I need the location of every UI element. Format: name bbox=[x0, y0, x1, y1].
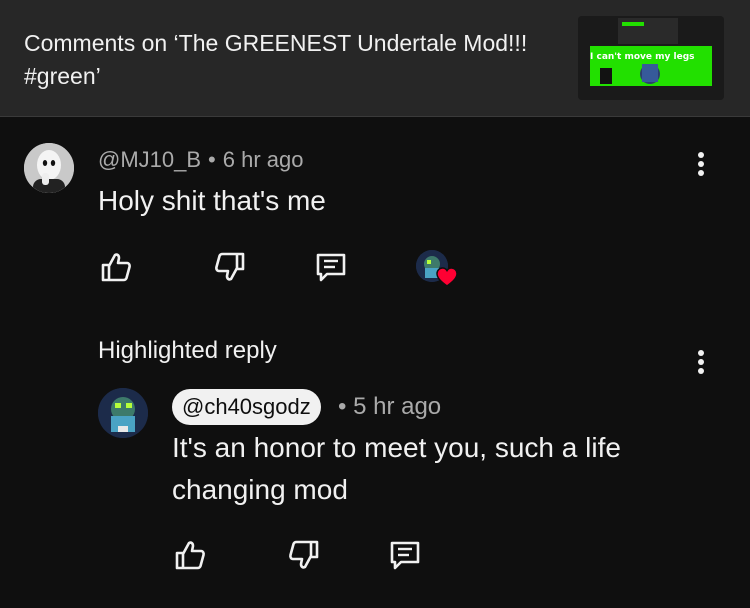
reply-more-button[interactable] bbox=[691, 347, 711, 383]
reply-time: 5 hr ago bbox=[353, 393, 442, 420]
reply-text: It's an honor to meet you, such a life c… bbox=[172, 432, 621, 505]
thumbnail-caption: I can't move my legs bbox=[590, 52, 695, 62]
reply-author-badge[interactable]: @ch40sgodz bbox=[172, 389, 321, 425]
meta-separator: • bbox=[338, 393, 347, 420]
comments-header: Comments on ‘The GREENEST Undertale Mod!… bbox=[0, 0, 750, 117]
comment-time: 6 hr ago bbox=[222, 147, 304, 172]
comment-icon bbox=[316, 253, 346, 282]
heart-icon bbox=[436, 267, 458, 287]
thumbs-up-icon bbox=[101, 253, 131, 282]
avatar-image bbox=[24, 143, 74, 193]
thumbs-down-icon bbox=[215, 252, 245, 281]
reply-dislike-button[interactable] bbox=[286, 537, 322, 573]
dislike-button[interactable] bbox=[212, 249, 248, 285]
reply-like-button[interactable] bbox=[172, 537, 208, 573]
more-vert-icon bbox=[698, 350, 704, 356]
comment-text: Holy shit that's me bbox=[98, 185, 326, 216]
comment-more-button[interactable] bbox=[691, 149, 711, 185]
meta-separator: • bbox=[208, 147, 216, 172]
thumbs-up-icon bbox=[175, 541, 205, 570]
reply-reply-button[interactable] bbox=[387, 537, 423, 573]
thumbs-down-icon bbox=[289, 540, 319, 569]
comment-meta: @MJ10_B • 6 hr ago bbox=[98, 146, 303, 174]
avatar[interactable] bbox=[24, 143, 74, 193]
highlighted-reply-label: Highlighted reply bbox=[98, 337, 277, 364]
video-thumbnail[interactable]: I can't move my legs bbox=[578, 16, 724, 100]
comment-author[interactable]: @MJ10_B bbox=[98, 147, 201, 172]
creator-heart-badge bbox=[416, 250, 458, 290]
reply-meta: • 5 hr ago bbox=[338, 393, 441, 421]
comments-title: Comments on ‘The GREENEST Undertale Mod!… bbox=[24, 30, 528, 89]
reply-avatar[interactable] bbox=[98, 388, 148, 438]
reply-button[interactable] bbox=[313, 249, 349, 285]
more-vert-icon bbox=[698, 152, 704, 158]
reply-avatar-image bbox=[98, 388, 148, 438]
like-button[interactable] bbox=[98, 249, 134, 285]
comment-icon bbox=[390, 541, 420, 570]
